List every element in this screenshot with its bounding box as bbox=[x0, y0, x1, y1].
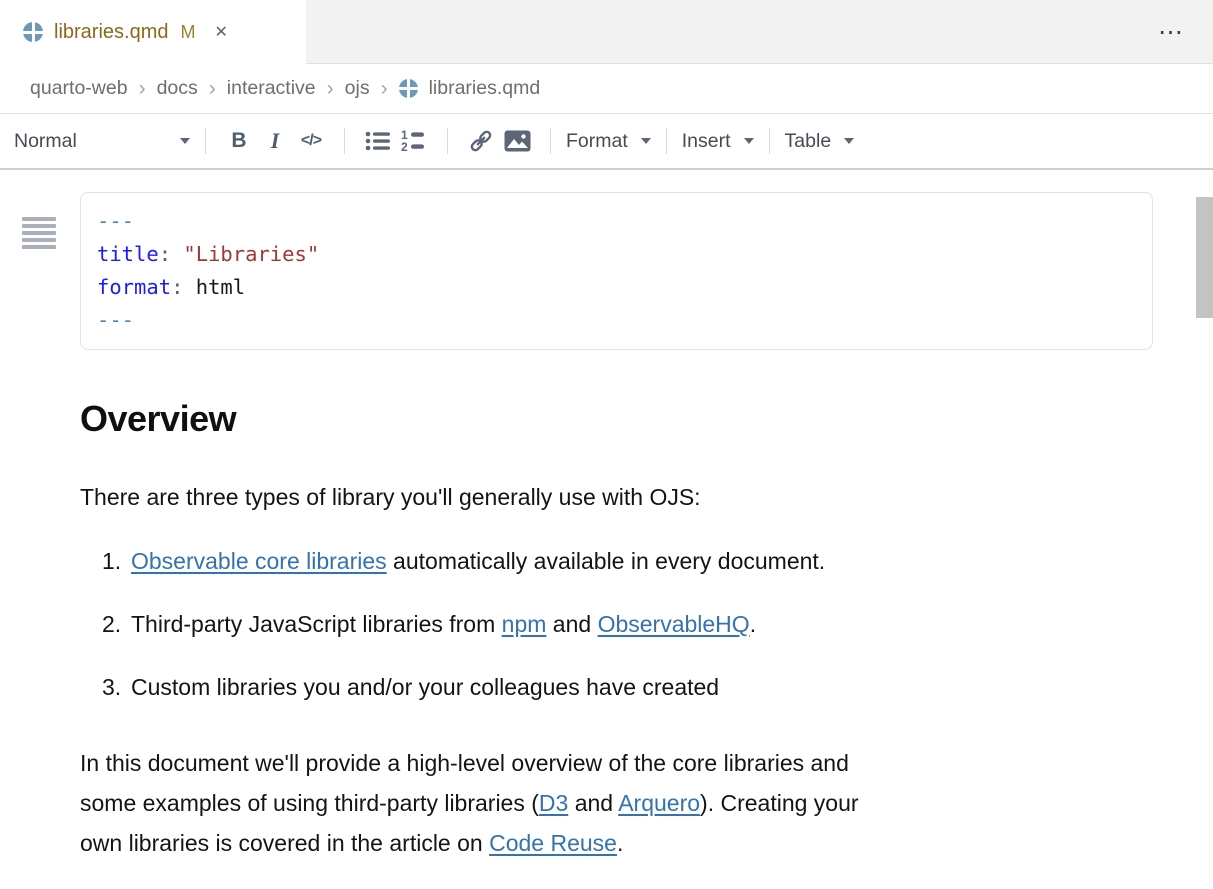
text-run: Third-party JavaScript libraries from bbox=[131, 611, 502, 637]
yaml-token-plain: html bbox=[183, 275, 245, 299]
insert-link-button[interactable] bbox=[463, 123, 499, 159]
yaml-token-colon: : bbox=[171, 275, 183, 299]
italic-button[interactable]: I bbox=[257, 123, 293, 159]
tab-bar: libraries.qmd M ✕ ⋯ bbox=[0, 0, 1213, 64]
yaml-token-delim: --- bbox=[97, 308, 134, 332]
closing-paragraph: In this document we'll provide a high-le… bbox=[80, 743, 1213, 863]
yaml-line: title: "Libraries" bbox=[97, 238, 1136, 271]
svg-text:2: 2 bbox=[401, 140, 408, 153]
text-run: automatically available in every documen… bbox=[387, 548, 826, 574]
text-run: own libraries is covered in the article … bbox=[80, 830, 489, 856]
toolbar-divider bbox=[666, 128, 667, 154]
breadcrumb-separator-icon: › bbox=[327, 77, 334, 101]
list-item-text: Observable core libraries automatically … bbox=[131, 548, 825, 575]
chevron-down-icon bbox=[180, 138, 190, 144]
code-button[interactable]: </> bbox=[293, 123, 329, 159]
chevron-down-icon bbox=[844, 138, 854, 144]
text-run: In this document we'll provide a high-le… bbox=[80, 750, 849, 776]
toolbar-divider bbox=[769, 128, 770, 154]
chevron-down-icon bbox=[641, 138, 651, 144]
block-drag-handle-icon[interactable] bbox=[22, 217, 56, 249]
yaml-line: format: html bbox=[97, 271, 1136, 304]
breadcrumb-separator-icon: › bbox=[381, 77, 388, 101]
breadcrumb-item-file[interactable]: libraries.qmd bbox=[429, 77, 541, 100]
numbered-list: 1. Observable core libraries automaticall… bbox=[80, 548, 1213, 701]
breadcrumb-item-ojs[interactable]: ojs bbox=[345, 77, 370, 100]
list-number: 2. bbox=[102, 611, 122, 638]
link-observablehq[interactable]: ObservableHQ bbox=[598, 611, 750, 637]
yaml-metadata-block[interactable]: ---title: "Libraries"format: html--- bbox=[80, 192, 1153, 350]
toolbar-divider bbox=[447, 128, 448, 154]
text-run: ). Creating your bbox=[700, 790, 859, 816]
text-run: Custom libraries you and/or your colleag… bbox=[131, 674, 719, 700]
text-run: and bbox=[546, 611, 597, 637]
breadcrumb-item-interactive[interactable]: interactive bbox=[227, 77, 316, 100]
yaml-token-key: format bbox=[97, 275, 171, 299]
link-d3[interactable]: D3 bbox=[539, 790, 568, 816]
yaml-token-str: "Libraries" bbox=[183, 242, 319, 266]
formatting-toolbar: Normal B I </> 1 2 bbox=[0, 114, 1213, 170]
list-item-text: Third-party JavaScript libraries from np… bbox=[131, 611, 756, 638]
text-run: . bbox=[750, 611, 756, 637]
bulleted-list-icon bbox=[365, 129, 391, 153]
list-item: 2. Third-party JavaScript libraries from … bbox=[80, 611, 1213, 638]
more-actions-button[interactable]: ⋯ bbox=[1158, 20, 1185, 45]
tab-title: libraries.qmd bbox=[54, 21, 168, 44]
breadcrumb: quarto-web › docs › interactive › ojs › librarie… bbox=[0, 64, 1213, 114]
close-icon[interactable]: ✕ bbox=[214, 22, 227, 42]
intro-paragraph: There are three types of library you'll … bbox=[80, 484, 1213, 511]
link-observable-core-libraries[interactable]: Observable core libraries bbox=[131, 548, 387, 574]
paragraph-line: some examples of using third-party libra… bbox=[80, 783, 1213, 823]
scrollbar-thumb[interactable] bbox=[1196, 197, 1213, 318]
format-menu[interactable]: Format bbox=[566, 130, 651, 153]
breadcrumb-item-quarto-web[interactable]: quarto-web bbox=[30, 77, 128, 100]
text-run: some examples of using third-party libra… bbox=[80, 790, 539, 816]
insert-menu[interactable]: Insert bbox=[682, 130, 754, 153]
list-item: 1. Observable core libraries automaticall… bbox=[80, 548, 1213, 575]
yaml-token-colon: : bbox=[159, 242, 171, 266]
breadcrumb-separator-icon: › bbox=[139, 77, 146, 101]
link-arquero[interactable]: Arquero bbox=[618, 790, 700, 816]
insert-menu-label: Insert bbox=[682, 130, 731, 153]
table-menu[interactable]: Table bbox=[785, 130, 855, 153]
list-number: 3. bbox=[102, 674, 122, 701]
list-item-text: Custom libraries you and/or your colleag… bbox=[131, 674, 719, 701]
list-item: 3. Custom libraries you and/or your colle… bbox=[80, 674, 1213, 701]
breadcrumb-item-docs[interactable]: docs bbox=[157, 77, 198, 100]
paragraph-style-dropdown[interactable]: Normal bbox=[14, 130, 190, 153]
text-run: . bbox=[617, 830, 623, 856]
bold-button[interactable]: B bbox=[221, 123, 257, 159]
bulleted-list-button[interactable] bbox=[360, 123, 396, 159]
yaml-line: --- bbox=[97, 205, 1136, 238]
toolbar-divider bbox=[550, 128, 551, 154]
list-number: 1. bbox=[102, 548, 122, 575]
paragraph-line: In this document we'll provide a high-le… bbox=[80, 743, 1213, 783]
numbered-list-button[interactable]: 1 2 bbox=[396, 123, 432, 159]
yaml-line: --- bbox=[97, 304, 1136, 337]
heading-overview: Overview bbox=[80, 398, 1213, 440]
link-icon bbox=[468, 128, 494, 154]
format-menu-label: Format bbox=[566, 130, 628, 153]
link-npm[interactable]: npm bbox=[502, 611, 547, 637]
yaml-token-plain bbox=[171, 242, 183, 266]
image-icon bbox=[504, 130, 531, 152]
insert-image-button[interactable] bbox=[499, 123, 535, 159]
tab-libraries-qmd[interactable]: libraries.qmd M ✕ bbox=[0, 0, 306, 64]
yaml-token-delim: --- bbox=[97, 209, 134, 233]
visual-editor-content[interactable]: ---title: "Libraries"format: html--- Ove… bbox=[0, 192, 1213, 889]
paragraph-line: own libraries is covered in the article … bbox=[80, 823, 1213, 863]
table-menu-label: Table bbox=[785, 130, 832, 153]
text-run: and bbox=[568, 790, 618, 816]
chevron-down-icon bbox=[744, 138, 754, 144]
paragraph-style-value: Normal bbox=[14, 130, 77, 153]
breadcrumb-separator-icon: › bbox=[209, 77, 216, 101]
toolbar-divider bbox=[205, 128, 206, 154]
toolbar-divider bbox=[344, 128, 345, 154]
yaml-token-key: title bbox=[97, 242, 159, 266]
link-code-reuse[interactable]: Code Reuse bbox=[489, 830, 617, 856]
quarto-icon bbox=[23, 22, 43, 42]
quarto-icon bbox=[399, 79, 418, 98]
modified-badge: M bbox=[180, 22, 195, 43]
numbered-list-icon: 1 2 bbox=[401, 129, 427, 153]
